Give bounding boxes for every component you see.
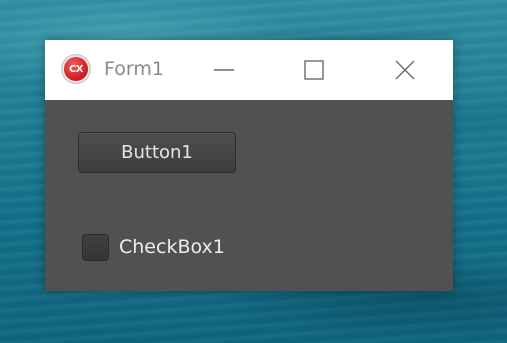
close-icon bbox=[395, 60, 415, 80]
checkbox1-label[interactable]: CheckBox1 bbox=[119, 236, 225, 258]
app-icon[interactable]: CX bbox=[62, 55, 90, 83]
button1[interactable]: Button1 bbox=[78, 132, 236, 173]
app-icon-text: CX bbox=[68, 63, 84, 75]
maximize-button[interactable] bbox=[291, 40, 337, 100]
minimize-button[interactable] bbox=[201, 40, 247, 100]
minimize-icon bbox=[214, 69, 234, 71]
form-client-area: Button1 CheckBox1 bbox=[45, 100, 453, 291]
title-bar[interactable]: CX Form1 bbox=[45, 40, 453, 100]
checkbox1[interactable]: CheckBox1 bbox=[82, 232, 225, 262]
maximize-icon bbox=[304, 60, 324, 80]
checkbox1-box[interactable] bbox=[82, 233, 109, 261]
close-button[interactable] bbox=[382, 40, 428, 100]
form1-window: CX Form1 Button1 CheckBox1 bbox=[45, 40, 453, 291]
window-title: Form1 bbox=[104, 58, 164, 80]
